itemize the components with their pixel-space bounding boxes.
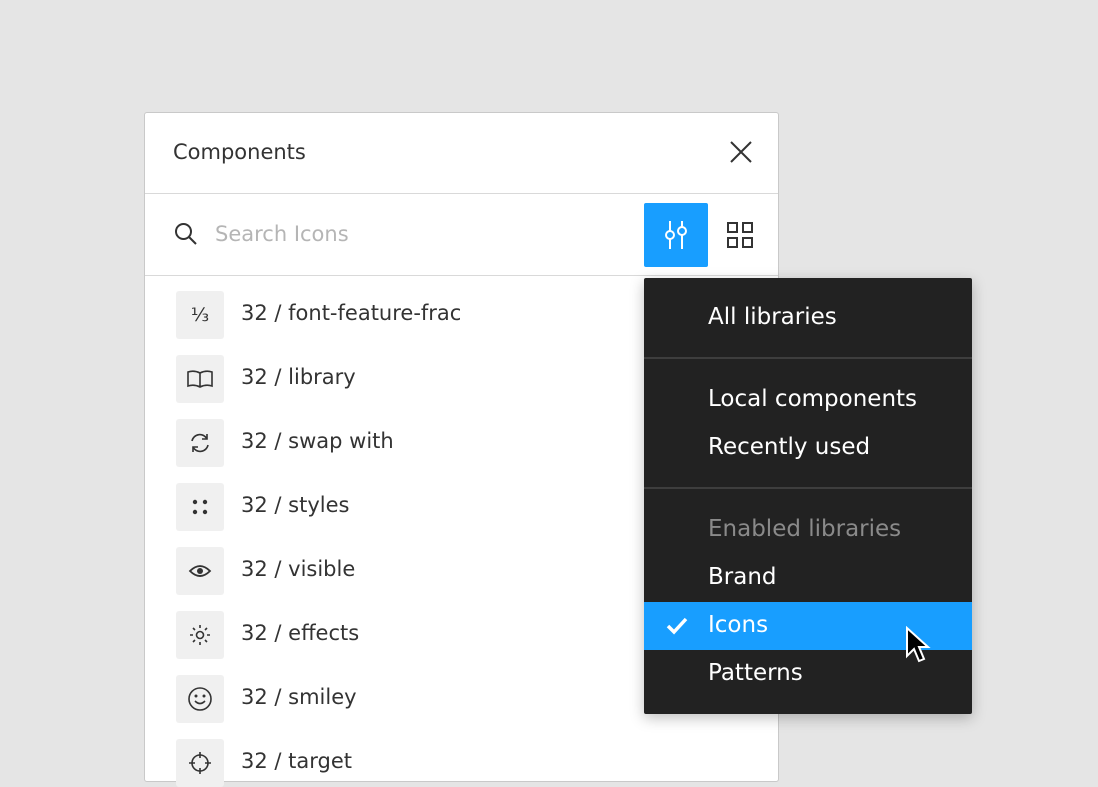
search-input[interactable] [215, 216, 565, 252]
target-icon [176, 739, 224, 787]
panel-header: Components [145, 113, 778, 194]
book-icon [176, 355, 224, 403]
list-item[interactable]: 32 / target [145, 723, 778, 787]
library-filter-button[interactable] [644, 203, 708, 267]
menu-heading-enabled-libraries: Enabled libraries [708, 516, 902, 542]
search-icon [175, 223, 197, 245]
close-icon [730, 141, 752, 163]
frac-glyph: ⅓ [190, 304, 210, 326]
item-label: 32 / effects [241, 621, 360, 645]
smiley-icon [176, 675, 224, 723]
sliders-icon [665, 221, 687, 249]
swap-icon [176, 419, 224, 467]
item-label: 32 / font-feature-frac [241, 301, 462, 325]
menu-item-label: Icons [708, 612, 769, 638]
menu-item-label: Patterns [708, 660, 803, 686]
menu-item-label: Local components [708, 386, 918, 412]
item-label: 32 / visible [241, 557, 356, 581]
item-label: 32 / swap with [241, 429, 394, 453]
menu-item-label: All libraries [708, 304, 837, 330]
menu-divider [644, 487, 972, 489]
menu-divider [644, 357, 972, 359]
item-label: 32 / smiley [241, 685, 357, 709]
mouse-pointer-icon [906, 626, 931, 663]
menu-item-local-components[interactable]: Local components [644, 376, 972, 424]
item-label: 32 / library [241, 365, 356, 389]
menu-item-label: Recently used [708, 434, 871, 460]
close-button[interactable] [726, 137, 756, 167]
item-label: 32 / styles [241, 493, 350, 517]
menu-item-recently-used[interactable]: Recently used [644, 424, 972, 472]
frac-icon: ⅓ [176, 291, 224, 339]
sun-icon [176, 611, 224, 659]
checkmark-icon [666, 617, 688, 635]
menu-item-all-libraries[interactable]: All libraries [644, 294, 972, 342]
menu-item-label: Brand [708, 564, 777, 590]
item-label: 32 / target [241, 749, 352, 773]
styles-icon [176, 483, 224, 531]
panel-title: Components [173, 140, 306, 164]
search-row [145, 194, 778, 276]
grid-icon [727, 222, 753, 248]
eye-icon [176, 547, 224, 595]
menu-item-brand[interactable]: Brand [644, 554, 972, 602]
grid-view-button[interactable] [726, 221, 754, 249]
